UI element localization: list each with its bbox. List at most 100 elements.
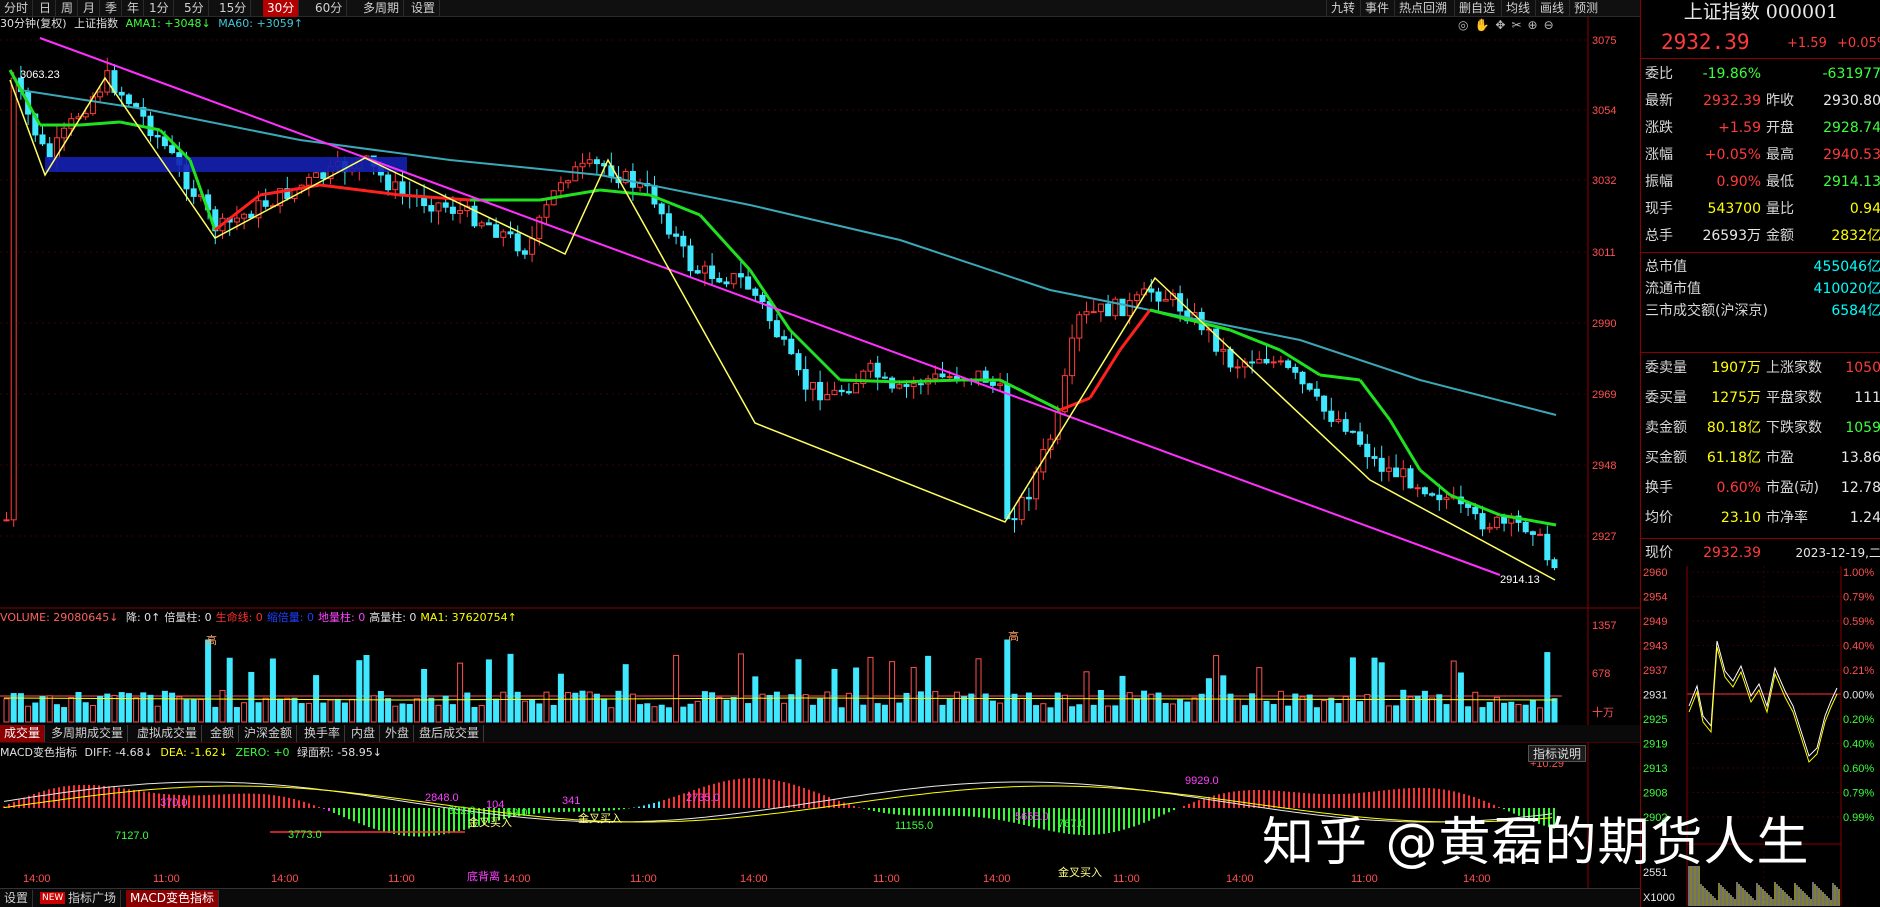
candle — [1335, 419, 1342, 422]
candle — [593, 159, 600, 165]
volume-bar — [637, 704, 644, 723]
mini-pct-tick: 0.60% — [1843, 763, 1874, 775]
order-row: 换手 0.60% 市盈(动) 12.78 — [1641, 476, 1880, 500]
quote-side-panel: 上证指数 000001 2932.39 +1.59 +0.05% 委比 -19.8… — [1640, 0, 1880, 907]
volume-bar — [1407, 696, 1414, 723]
quote-key-2: 金额 — [1766, 228, 1794, 244]
candle — [1148, 288, 1155, 293]
volume-bar — [1313, 707, 1320, 723]
volume-bar — [1429, 697, 1436, 723]
candle — [493, 224, 500, 238]
tab-6[interactable]: 内盘 — [347, 725, 381, 742]
candle — [1162, 299, 1169, 302]
candle — [3, 519, 10, 522]
order-value: 1275万 — [1711, 390, 1761, 406]
candle — [1270, 361, 1277, 364]
volume-bar — [363, 654, 370, 723]
candle — [723, 281, 730, 285]
market-key: 流通市值 — [1645, 281, 1701, 297]
mini-pct-tick: 0.21% — [1843, 665, 1874, 677]
candle — [1090, 311, 1097, 314]
candle — [629, 170, 636, 188]
candle — [1119, 298, 1126, 317]
volume-bar — [824, 691, 831, 723]
volume-bar — [75, 691, 82, 723]
candle — [46, 143, 53, 159]
tab-7[interactable]: 外盘 — [381, 725, 415, 742]
candle — [1011, 518, 1018, 521]
volume-bar — [46, 695, 53, 723]
volume-flag-0: 降: 0↑ — [125, 611, 161, 624]
tab-8[interactable]: 盘后成交量 — [415, 725, 485, 742]
quote-value: 543700 — [1707, 201, 1761, 217]
candle — [1479, 513, 1486, 530]
volume-bar — [399, 703, 406, 723]
candle — [853, 383, 860, 394]
candle — [169, 145, 176, 154]
order-key: 均价 — [1645, 510, 1673, 526]
last-price: 2932.39 — [1661, 30, 1750, 54]
macd-annotation: 332.0 — [448, 805, 476, 817]
tab-5[interactable]: 换手率 — [300, 725, 346, 742]
macd-annotation: 370.0 — [160, 797, 188, 809]
volume-bar — [154, 705, 161, 723]
volume-bar — [82, 702, 89, 723]
settings-button[interactable]: 设置 — [0, 890, 34, 907]
volume-bar — [737, 653, 744, 723]
index-title: 上证指数 000001 — [1683, 1, 1839, 23]
tab-0[interactable]: 成交量 — [0, 725, 46, 742]
candle — [1076, 314, 1083, 339]
volume-bar — [3, 698, 10, 723]
candle — [1364, 443, 1371, 458]
order-key: 买金额 — [1645, 450, 1687, 466]
volume-bar — [536, 703, 543, 723]
candle — [485, 222, 492, 226]
volume-bar — [989, 700, 996, 723]
candle — [147, 115, 154, 137]
volume-bar — [752, 676, 759, 723]
volume-bar — [658, 704, 665, 723]
volume-bar — [809, 704, 816, 723]
candle — [975, 370, 982, 381]
time-tick: 11:00 — [1113, 873, 1140, 885]
candle — [1105, 303, 1112, 317]
quote-row: 总手 26593万 金额 2832亿 — [1641, 224, 1880, 248]
volume-bar — [946, 698, 953, 723]
macd-annotation: 3773.0 — [288, 829, 322, 841]
volume-bar — [1385, 705, 1392, 723]
volume-bar — [212, 706, 219, 723]
volume-bar — [1436, 694, 1443, 723]
candle — [1321, 395, 1328, 412]
macd-indicator-button[interactable]: MACD变色指标 — [126, 890, 219, 907]
macd-zero: ZERO: +0 — [235, 746, 290, 759]
tab-3[interactable]: 金额 — [206, 725, 240, 742]
order-value-2: 1059 — [1845, 420, 1880, 436]
candle — [795, 353, 802, 371]
tab-1[interactable]: 多周期成交量 — [47, 725, 129, 742]
volume-bar — [1033, 705, 1040, 723]
volume-bar — [1061, 694, 1068, 723]
price-change: +1.59 — [1787, 36, 1827, 51]
volume-bar — [1155, 692, 1162, 723]
volume-bar — [406, 703, 413, 723]
ama-line-segment — [1149, 308, 1191, 322]
indicator-explain-button[interactable]: 指标说明 — [1528, 745, 1587, 762]
volume-bar — [277, 698, 284, 723]
macd-annotation: 7127.0 — [115, 830, 149, 842]
candle — [737, 273, 744, 278]
candle — [1537, 533, 1544, 536]
volume-bar — [917, 691, 924, 723]
volume-bar — [485, 659, 492, 723]
candle — [1220, 348, 1227, 352]
candle — [1285, 360, 1292, 368]
indicator-square-button[interactable]: 指标广场 — [64, 890, 122, 907]
tab-2[interactable]: 虚拟成交量 — [133, 725, 203, 742]
volume-bar — [248, 671, 255, 723]
volume-high-tag: 高 — [206, 633, 217, 647]
candle — [824, 394, 831, 401]
tab-4[interactable]: 沪深金额 — [240, 725, 298, 742]
quote-date: 2023-12-19,二 — [1795, 546, 1880, 560]
market-value: 410020亿 — [1813, 281, 1880, 297]
candle — [1069, 337, 1076, 377]
mini-vol-unit: X1000 — [1643, 892, 1675, 904]
